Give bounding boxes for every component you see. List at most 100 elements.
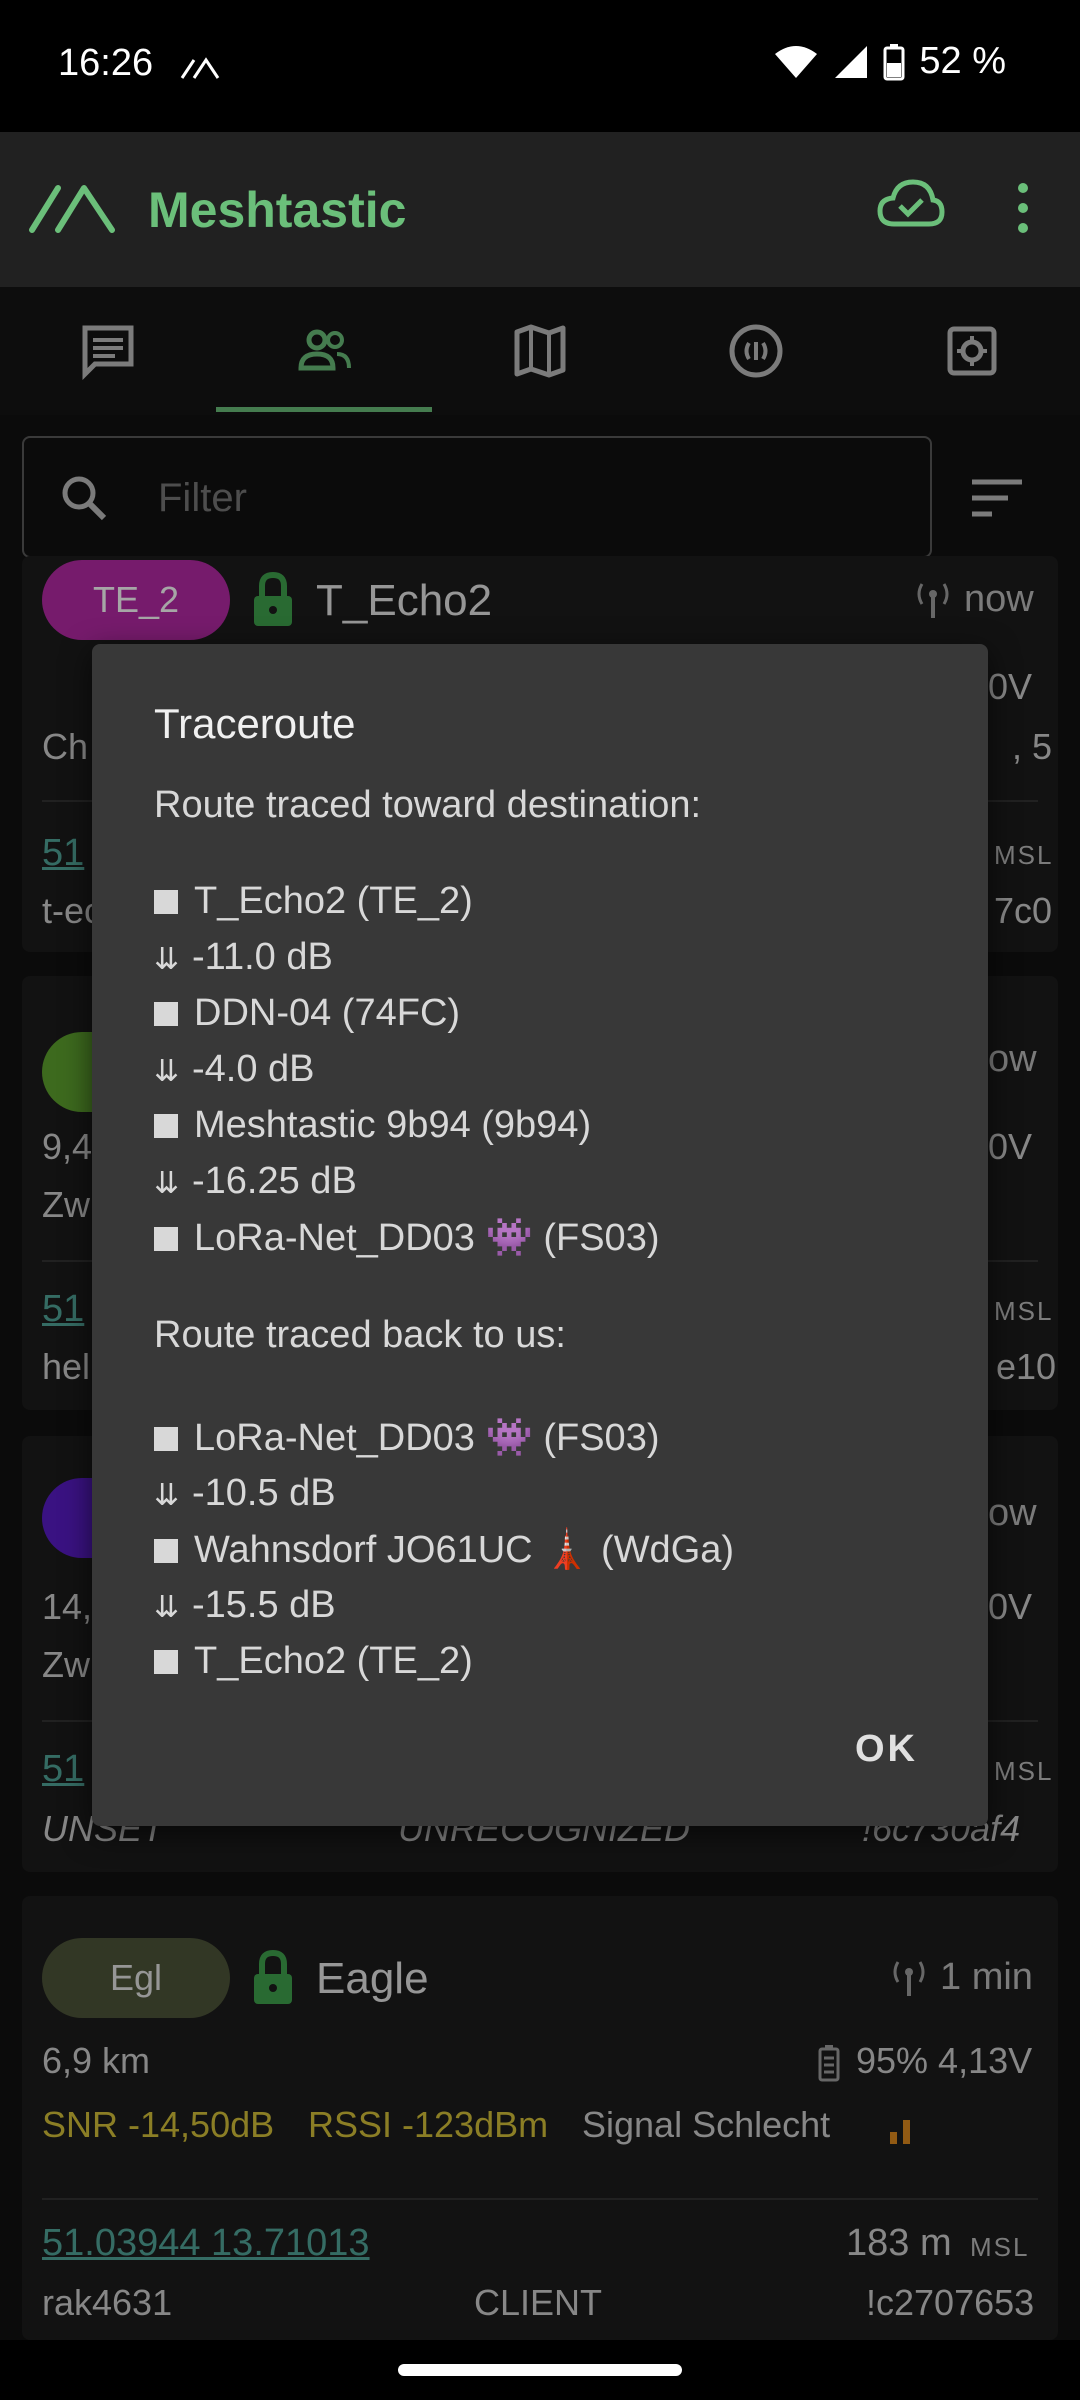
node-square-icon [154,1002,178,1026]
tab-map[interactable] [432,287,648,415]
home-gesture-handle[interactable] [398,2364,682,2376]
route-hop: LoRa-Net_DD03 👾 (FS03) [154,1216,659,1260]
route-hop: Wahnsdorf JO61UC 🗼 (WdGa) [154,1528,734,1572]
coordinates-link[interactable]: 51 [42,832,84,875]
snr-text: -15.5 dB [192,1584,336,1626]
status-icons: 52 % [773,40,1006,83]
battery-percent: 52 % [919,40,1006,82]
route-hop: Meshtastic 9b94 (9b94) [154,1104,591,1147]
chat-icon [82,325,134,380]
node-name: Eagle [316,1954,429,2003]
down-arrows-icon: ⇊ [154,1591,180,1624]
cell-signal-icon [835,45,868,78]
sort-icon[interactable] [970,478,1024,518]
antenna-icon [893,1961,925,1996]
snr-text: -16.25 dB [192,1160,357,1202]
last-heard: ow [988,1492,1037,1534]
down-arrows-icon: ⇊ [154,1167,180,1200]
more-options-icon[interactable] [1010,178,1036,238]
route-snr: ⇊ -16.25 dB [154,1160,357,1203]
lock-icon [254,1949,292,2004]
hardware-model: hel [42,1346,91,1387]
traceroute-dialog: Traceroute Route traced toward destinati… [92,644,988,1826]
tab-bar [0,287,1080,415]
nodes-icon [298,329,351,371]
route-hop: T_Echo2 (TE_2) [154,880,473,923]
map-icon [514,324,566,378]
node-id: !c2707653 [866,2282,1035,2323]
node-id: e10 [996,1346,1057,1387]
wifi-icon [775,45,818,78]
antenna-icon [917,583,949,618]
distance-text: 9,4 [42,1126,93,1167]
signal-bars-icon [890,2120,910,2144]
filter-input[interactable] [158,472,878,524]
distance-text: 6,9 km [42,2040,151,2081]
altitude-unit: MSL [994,840,1054,870]
status-bar: 16:26 52 % [0,0,1080,132]
node-square-icon [154,1227,178,1251]
voltage-text: 0V [988,1126,1033,1167]
search-icon [62,476,107,521]
hop-text: Wahnsdorf JO61UC 🗼 (WdGa) [194,1529,735,1571]
node-info-text: Ch [42,726,89,767]
altitude-unit: MSL [994,1756,1054,1786]
hop-text: T_Echo2 (TE_2) [194,880,473,922]
battery-icon [883,43,905,80]
node-card[interactable]: Egl Eagle 1 min 6,9 km 95% 4,13V SNR -14… [22,1896,1058,2340]
node-id: 7c0 [994,890,1053,931]
app-bar: Meshtastic [0,132,1080,287]
hop-text: LoRa-Net_DD03 👾 (FS03) [194,1217,660,1259]
toward-heading: Route traced toward destination: [154,784,702,826]
down-arrows-icon: ⇊ [154,943,180,976]
snr-text: -10.5 dB [192,1472,336,1514]
hop-text: Meshtastic 9b94 (9b94) [194,1104,592,1146]
last-heard: ow [988,1038,1037,1080]
lock-icon [254,571,292,626]
battery-icon [818,2045,840,2082]
hardware-model: rak4631 [42,2282,173,2323]
coordinates-link[interactable]: 51.03944 13.71013 [42,2222,370,2265]
node-info-text: Zw [42,1644,90,1685]
down-arrows-icon: ⇊ [154,1055,180,1088]
voltage-text: 0V [988,1586,1033,1627]
altitude-unit: MSL [970,2232,1030,2262]
status-time: 16:26 [58,42,154,84]
tab-settings[interactable] [864,287,1080,415]
divider [42,2198,1038,2200]
dialog-title: Traceroute [154,700,356,747]
altitude-unit: MSL [994,1296,1054,1326]
node-square-icon [154,890,178,914]
cloud-connected-icon[interactable] [876,174,946,234]
hop-text: DDN-04 (74FC) [194,992,461,1034]
snr-text: SNR -14,50dB [42,2104,275,2145]
node-chip: TE_2 [42,560,230,640]
settings-icon [947,326,997,376]
snr-text: -11.0 dB [192,936,333,978]
coordinates-link[interactable]: 51 [42,1748,84,1791]
ok-button[interactable]: OK [855,1728,918,1771]
route-hop: DDN-04 (74FC) [154,992,460,1035]
node-chip: Egl [42,1938,230,2018]
route-hop: LoRa-Net_DD03 👾 (FS03) [154,1416,659,1460]
tab-nodes[interactable] [216,287,432,415]
route-snr: ⇊ -10.5 dB [154,1472,336,1515]
meshtastic-status-icon [180,57,220,79]
node-name: T_Echo2 [316,576,493,625]
meshtastic-logo-icon [29,185,115,233]
filter-field[interactable] [22,436,932,558]
coordinates-link[interactable]: 51 [42,1288,84,1331]
rssi-text: RSSI -123dBm [308,2104,549,2145]
tab-messages[interactable] [0,287,216,415]
route-hop: T_Echo2 (TE_2) [154,1640,473,1683]
battery-text: 95% 4,13V [856,2040,1033,2081]
tab-channels[interactable] [648,287,864,415]
last-heard: now [964,578,1034,620]
node-info-text: Zw [42,1184,90,1225]
voltage-text: 0V [988,666,1033,707]
navigation-bar [0,2340,1080,2400]
route-snr: ⇊ -11.0 dB [154,936,333,979]
down-arrows-icon: ⇊ [154,1479,180,1512]
channel-icon [729,324,783,378]
node-square-icon [154,1539,178,1563]
